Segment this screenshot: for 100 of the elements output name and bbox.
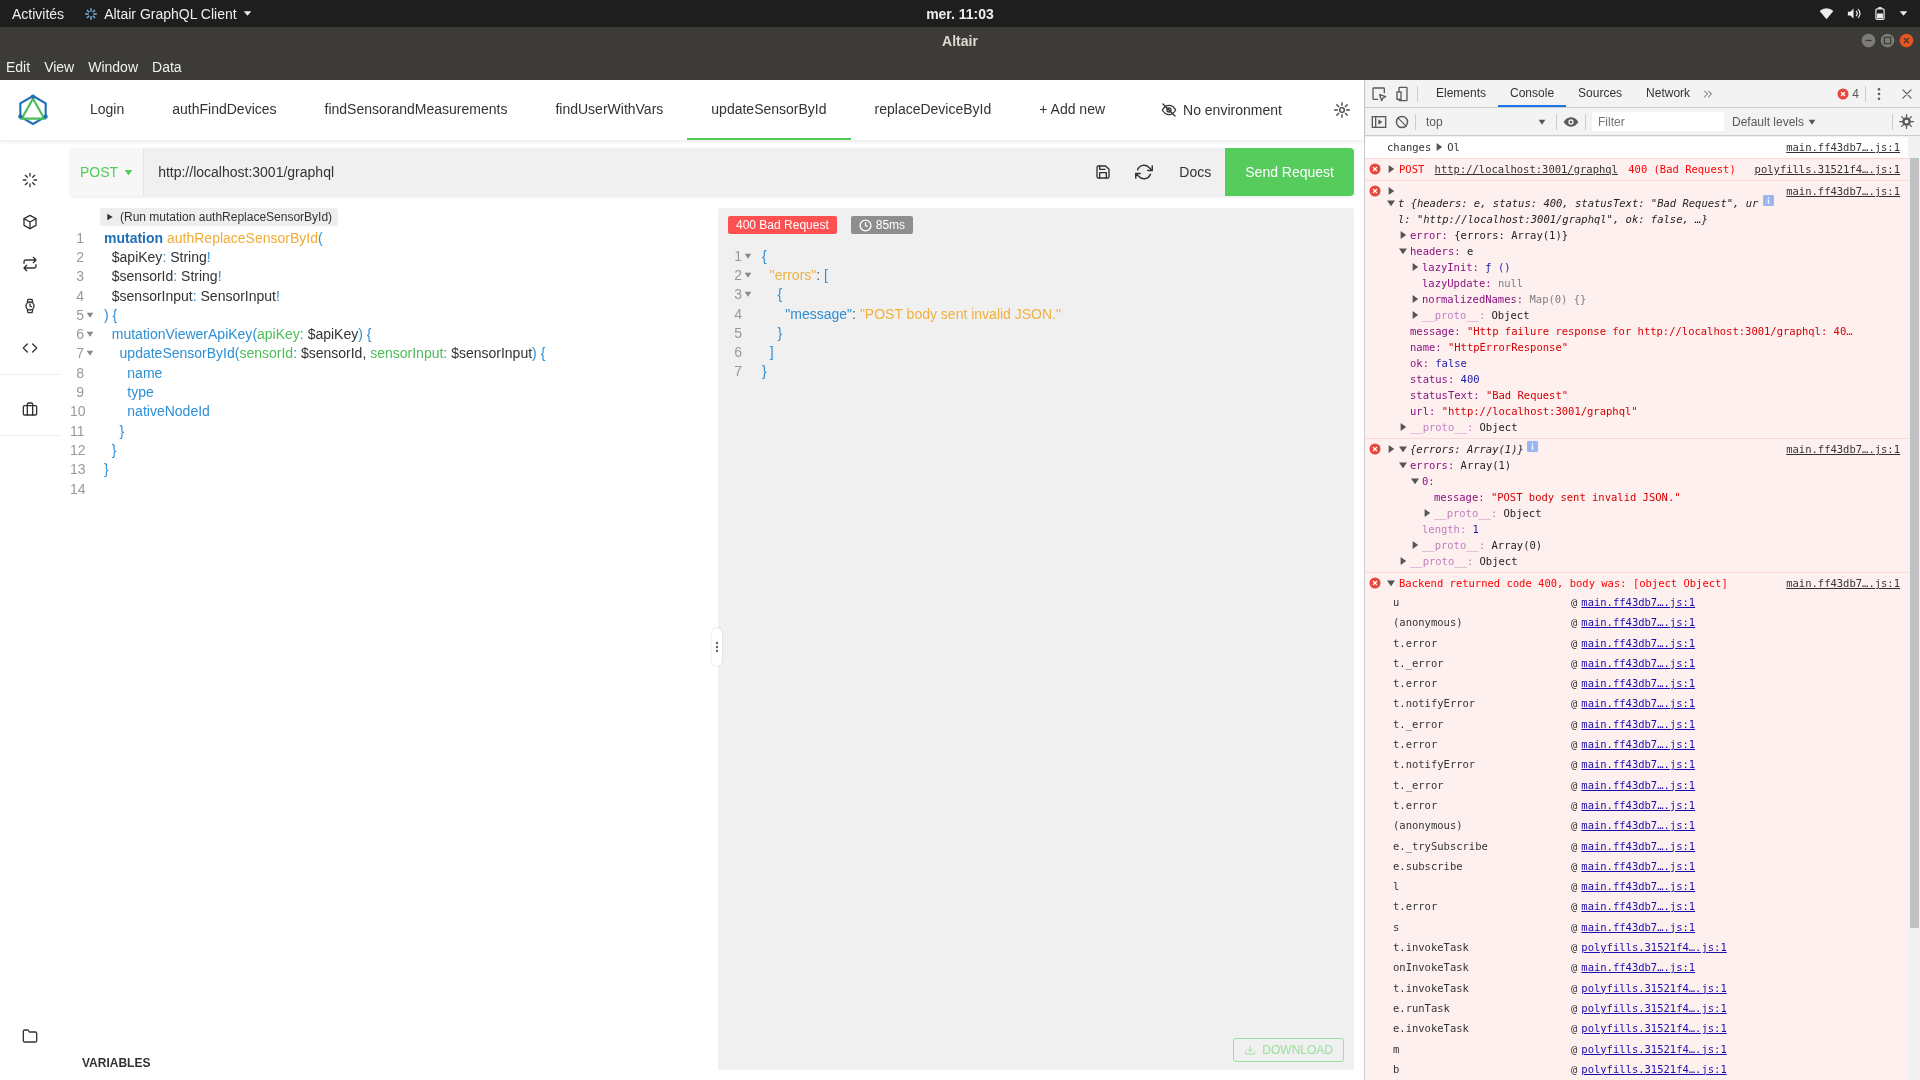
fold-arrow-icon[interactable]	[744, 270, 752, 279]
expand-arrow-icon[interactable]	[1423, 509, 1431, 517]
expand-arrow-icon[interactable]	[1399, 445, 1407, 453]
settings-icon[interactable]	[1334, 102, 1350, 118]
environment-selector[interactable]: No environment	[1153, 80, 1290, 140]
expand-arrow-icon[interactable]	[1399, 231, 1407, 239]
minimize-icon[interactable]	[1861, 33, 1876, 48]
query-tab[interactable]: updateSensorById	[687, 80, 851, 140]
volume-icon[interactable]	[1846, 6, 1861, 21]
stack-link[interactable]: main.ff43db7….js:1	[1581, 652, 1696, 674]
sidebar-toggle-icon[interactable]	[1371, 113, 1387, 130]
drag-handle-icon[interactable]	[712, 628, 722, 666]
fold-arrow-icon[interactable]	[744, 251, 752, 260]
expand-arrow-icon[interactable]	[1399, 461, 1407, 469]
caret-icon[interactable]	[1899, 9, 1908, 18]
expand-arrow-icon[interactable]	[1387, 165, 1395, 173]
stack-link[interactable]: main.ff43db7….js:1	[1581, 632, 1696, 653]
stack-link[interactable]: main.ff43db7….js:1	[1581, 592, 1696, 613]
close-icon[interactable]	[1899, 33, 1914, 48]
stack-link[interactable]: main.ff43db7….js:1	[1581, 835, 1696, 856]
menu-item[interactable]: View	[44, 59, 75, 75]
expand-arrow-icon[interactable]	[1387, 445, 1395, 453]
stack-link[interactable]: main.ff43db7….js:1	[1581, 876, 1696, 897]
activities-button[interactable]: Activités	[12, 5, 65, 22]
close-icon[interactable]	[1900, 86, 1914, 101]
repeat-icon[interactable]	[22, 256, 38, 272]
stack-link[interactable]: main.ff43db7….js:1	[1581, 673, 1696, 694]
devtools-tab[interactable]: Elements	[1424, 80, 1499, 107]
stack-link[interactable]: polyfills.31521f4….js:1	[1581, 1038, 1727, 1059]
expand-arrow-icon[interactable]	[1387, 187, 1395, 195]
stack-link[interactable]: main.ff43db7….js:1	[1581, 916, 1696, 938]
expand-arrow-icon[interactable]	[1399, 557, 1407, 565]
stack-link[interactable]: main.ff43db7….js:1	[1581, 612, 1696, 633]
stack-link[interactable]: main.ff43db7….js:1	[1581, 957, 1696, 978]
expand-arrow-icon[interactable]	[1399, 423, 1407, 431]
clock[interactable]: mer. 11:03	[926, 5, 994, 22]
expand-arrow-icon[interactable]	[1387, 199, 1395, 207]
scrollbar[interactable]	[1908, 136, 1920, 1080]
stack-link[interactable]: main.ff43db7….js:1	[1581, 713, 1696, 735]
stack-link[interactable]: main.ff43db7….js:1	[1581, 774, 1696, 795]
cube-icon[interactable]	[22, 214, 38, 230]
variables-label[interactable]: VARIABLES	[70, 1056, 718, 1070]
query-tab[interactable]: replaceDeviceById	[850, 80, 1016, 140]
briefcase-icon[interactable]	[22, 401, 38, 417]
fold-arrow-icon[interactable]	[86, 330, 94, 339]
expand-arrow-icon[interactable]	[1387, 579, 1395, 587]
stack-link[interactable]: main.ff43db7….js:1	[1581, 896, 1696, 917]
source-link[interactable]: main.ff43db7….js:1	[1786, 575, 1900, 591]
expand-arrow-icon[interactable]	[1411, 311, 1419, 319]
error-count[interactable]: 4	[1852, 86, 1859, 101]
settings-icon[interactable]	[1899, 114, 1914, 129]
add-tab-button[interactable]: + Add new	[1015, 80, 1130, 140]
fold-arrow-icon[interactable]	[86, 349, 94, 358]
source-link[interactable]: main.ff43db7….js:1	[1786, 441, 1900, 457]
expand-arrow-icon[interactable]	[1435, 143, 1444, 151]
filter-field[interactable]: Filter	[1592, 112, 1724, 131]
source-link[interactable]: polyfills.31521f4….js:1	[1754, 161, 1900, 177]
expand-arrow-icon[interactable]	[1411, 541, 1419, 549]
wifi-icon[interactable]	[1819, 6, 1834, 21]
stack-link[interactable]: polyfills.31521f4….js:1	[1581, 1018, 1727, 1039]
stack-link[interactable]: main.ff43db7….js:1	[1581, 754, 1696, 775]
source-link[interactable]: main.ff43db7….js:1	[1786, 139, 1900, 155]
expand-arrow-icon[interactable]	[1399, 247, 1407, 255]
docs-button[interactable]: Docs	[1165, 164, 1226, 180]
stack-link[interactable]: main.ff43db7….js:1	[1581, 855, 1696, 877]
stack-link[interactable]: main.ff43db7….js:1	[1581, 734, 1696, 755]
save-icon[interactable]	[1095, 164, 1112, 180]
menu-item[interactable]: Window	[88, 59, 138, 75]
inspect-icon[interactable]	[1371, 85, 1387, 102]
context-selector[interactable]: top	[1422, 114, 1550, 129]
app-menu[interactable]: Altair GraphQL Client	[104, 5, 237, 22]
url-field[interactable]: http://localhost:3001/graphql	[144, 148, 1084, 196]
query-tab[interactable]: Login	[66, 80, 149, 140]
menu-item[interactable]: Data	[152, 59, 182, 75]
stack-link[interactable]: main.ff43db7….js:1	[1581, 794, 1696, 816]
stack-link[interactable]: main.ff43db7….js:1	[1581, 815, 1696, 836]
expand-arrow-icon[interactable]	[1411, 477, 1419, 485]
query-tab[interactable]: findUserWithVars	[531, 80, 688, 140]
expand-arrow-icon[interactable]	[1411, 295, 1419, 303]
log-levels-selector[interactable]: Default levels	[1732, 114, 1817, 129]
battery-icon[interactable]	[1873, 6, 1887, 21]
devtools-tab[interactable]: Sources	[1566, 80, 1635, 107]
expand-arrow-icon[interactable]	[1411, 263, 1419, 271]
clear-console-icon[interactable]	[1395, 114, 1409, 129]
maximize-icon[interactable]	[1880, 33, 1895, 48]
refresh-icon[interactable]	[1135, 163, 1154, 181]
folder-icon[interactable]	[22, 1028, 38, 1044]
stack-link[interactable]: polyfills.31521f4….js:1	[1581, 977, 1727, 998]
query-tab[interactable]: findSensorandMeasurements	[300, 80, 532, 140]
url-link[interactable]: http://localhost:3001/graphql	[1434, 161, 1618, 177]
query-tab[interactable]: authFindDevices	[148, 80, 301, 140]
stack-link[interactable]: polyfills.31521f4….js:1	[1581, 997, 1727, 1019]
stack-link[interactable]: main.ff43db7….js:1	[1581, 693, 1696, 714]
menu-item[interactable]: Edit	[6, 59, 31, 75]
stopwatch-icon[interactable]	[22, 298, 38, 314]
devtools-tab[interactable]: Network	[1634, 80, 1703, 107]
loading-icon[interactable]	[22, 172, 38, 188]
device-icon[interactable]	[1395, 85, 1411, 102]
source-link[interactable]: main.ff43db7….js:1	[1786, 183, 1900, 199]
fold-arrow-icon[interactable]	[744, 290, 752, 299]
